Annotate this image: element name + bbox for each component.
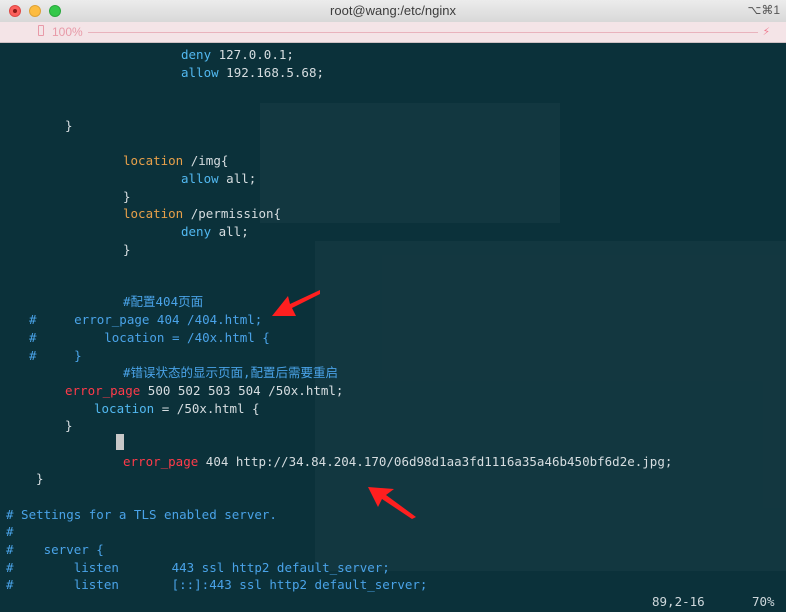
zoom-level: 100% (52, 25, 83, 39)
red-arrow-icon (272, 290, 320, 316)
code-line: location /img{ (123, 153, 229, 168)
code-line: } (123, 242, 131, 257)
code-line: } (65, 418, 73, 433)
code-line: } (123, 189, 131, 204)
code-line: allow 192.168.5.68; (181, 65, 324, 80)
red-arrow-icon (368, 487, 416, 519)
code-line: } (36, 471, 44, 486)
code-line: deny all; (181, 224, 249, 239)
code-line: location /permission{ (123, 206, 282, 221)
comment-line: # error_page 404 /404.html; (29, 312, 263, 327)
terminal-window: root@wang:/etc/nginx ⌥⌘1 100% ⚡ deny 127… (0, 0, 786, 612)
lightning-icon: ⚡ (762, 24, 770, 38)
code-line: error_page 404 http://34.84.204.170/06d9… (123, 454, 673, 469)
window-title: root@wang:/etc/nginx (330, 3, 456, 18)
title-bar[interactable]: root@wang:/etc/nginx ⌥⌘1 (0, 0, 786, 23)
terminal-content[interactable]: deny 127.0.0.1; allow 192.168.5.68; } lo… (0, 43, 786, 612)
tab-progress-line (88, 32, 758, 33)
tab-bar[interactable]: 100% ⚡ (0, 22, 786, 43)
scroll-percent: 70% (752, 594, 775, 609)
code-line: location = /50x.html { (94, 401, 260, 416)
code-line: deny 127.0.0.1; (181, 47, 294, 62)
comment-line: # listen [::]:443 ssl http2 default_serv… (6, 577, 428, 592)
background-overlay (260, 103, 560, 223)
comment-line: #错误状态的显示页面,配置后需要重启 (123, 365, 339, 380)
window-shortcut: ⌥⌘1 (747, 3, 780, 17)
cursor-position: 89,2-16 (652, 594, 705, 609)
text-cursor (116, 434, 124, 450)
code-line: allow all; (181, 171, 257, 186)
code-line: } (65, 118, 73, 133)
comment-line: # location = /40x.html { (29, 330, 270, 345)
battery-icon (38, 25, 44, 36)
comment-line: # Settings for a TLS enabled server. (6, 507, 277, 522)
comment-line: # server { (6, 542, 104, 557)
comment-line: #配置404页面 (123, 294, 204, 309)
code-line: error_page 500 502 503 504 /50x.html; (65, 383, 344, 398)
comment-line: # listen 443 ssl http2 default_server; (6, 560, 390, 575)
comment-line: # } (29, 348, 82, 363)
comment-line: # (6, 524, 14, 539)
